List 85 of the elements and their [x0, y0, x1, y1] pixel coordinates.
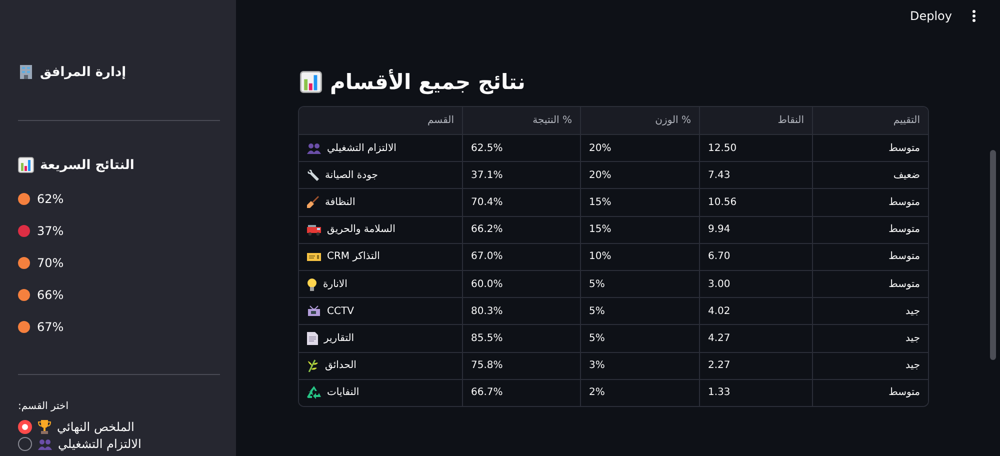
table-cell: 60.0% [471, 278, 503, 290]
table-cell: 80.3% [471, 306, 503, 317]
table-cell: 85.5% [471, 332, 503, 344]
department-name: جودة الصيانة [325, 170, 378, 181]
selector-label: اختر القسم: [18, 401, 69, 412]
table-cell: 2% [589, 387, 605, 398]
table-cell: 3% [589, 360, 605, 372]
deploy-button[interactable]: Deploy [904, 5, 958, 27]
table-cell: جيد [906, 332, 920, 344]
table-cell: متوسط [888, 142, 920, 154]
table-cell: 15% [589, 196, 612, 208]
section-title: النتائج السريعة [40, 158, 134, 172]
table-cell: 20% [589, 170, 612, 181]
table-cell: 2.27 [708, 360, 730, 372]
trophy-icon [38, 420, 51, 434]
menu-icon[interactable] [972, 10, 976, 22]
table-cell: 15% [589, 224, 612, 236]
table-cell: متوسط [888, 251, 920, 262]
fire-truck-icon [307, 224, 321, 236]
score-text: 37% [37, 224, 64, 238]
document-icon [307, 332, 318, 345]
column-header[interactable]: % النتيجة [463, 107, 581, 135]
bar-chart-icon [18, 157, 34, 173]
department-name: الانارة [323, 278, 348, 290]
radio-label[interactable]: الملخص النهائي [57, 420, 134, 434]
light-bulb-icon [307, 278, 317, 291]
column-header[interactable]: القسم [299, 107, 463, 135]
building-icon [18, 64, 34, 80]
department-name: النفايات [327, 387, 360, 398]
radio-button[interactable] [18, 437, 32, 451]
department-name: التقارير [324, 332, 354, 344]
table-cell: جيد [906, 306, 920, 317]
table-cell: 10.56 [708, 196, 737, 208]
table-cell: 66.7% [471, 387, 503, 398]
score-text: 70% [37, 256, 64, 270]
score-text: 67% [37, 320, 64, 334]
table-cell: 6.70 [708, 251, 730, 262]
table-cell: 3.00 [708, 278, 730, 290]
sidebar-title: إدارة المرافق [40, 64, 126, 80]
table-cell: 62.5% [471, 142, 503, 154]
people-icon [307, 142, 321, 154]
plant-icon [307, 359, 319, 372]
table-cell: متوسط [888, 196, 920, 208]
department-name: الحدائق [325, 360, 356, 372]
bar-chart-icon [300, 71, 322, 93]
table-cell: 7.43 [708, 170, 730, 181]
department-name: النظافة [325, 196, 356, 208]
table-cell: 5% [589, 278, 605, 290]
table-cell: 4.27 [708, 332, 730, 344]
radio-button[interactable] [18, 420, 32, 434]
column-header[interactable]: التقييم [813, 107, 928, 135]
table-cell: 12.50 [708, 142, 737, 154]
table-cell: 5% [589, 332, 605, 344]
column-header[interactable]: % الوزن [581, 107, 700, 135]
table-cell: جيد [906, 360, 920, 372]
table-cell: متوسط [888, 278, 920, 290]
table-cell: 66.2% [471, 224, 503, 236]
department-name: التذاكر CRM [327, 251, 380, 262]
table-cell: 9.94 [708, 224, 730, 236]
table-cell: 75.8% [471, 360, 503, 372]
score-text: 62% [37, 192, 64, 206]
wrench-icon [307, 169, 319, 182]
table-cell: متوسط [888, 224, 920, 236]
department-name: CCTV [327, 306, 354, 317]
table-cell: 5% [589, 306, 605, 317]
ticket-icon [307, 252, 321, 262]
table-cell: 1.33 [708, 387, 730, 398]
recycle-icon [307, 386, 321, 400]
column-header[interactable]: النقاط [700, 107, 813, 135]
score-text: 66% [37, 288, 64, 302]
table-cell: 20% [589, 142, 612, 154]
table-cell: 10% [589, 251, 612, 262]
table-cell: ضعيف [893, 170, 920, 181]
scrollbar[interactable] [990, 150, 996, 360]
table-cell: 37.1% [471, 170, 503, 181]
table-cell: 67.0% [471, 251, 503, 262]
page-title: نتائج جميع الأقسام [330, 70, 526, 94]
table-cell: 70.4% [471, 196, 503, 208]
table-cell: 4.02 [708, 306, 730, 317]
table-cell: متوسط [888, 387, 920, 398]
department-name: السلامة والحريق [327, 224, 396, 236]
broom-icon [307, 196, 319, 208]
department-name: الالتزام التشغيلي [327, 142, 396, 154]
radio-label[interactable]: الالتزام التشغيلي [58, 437, 142, 451]
people-icon [38, 438, 52, 450]
